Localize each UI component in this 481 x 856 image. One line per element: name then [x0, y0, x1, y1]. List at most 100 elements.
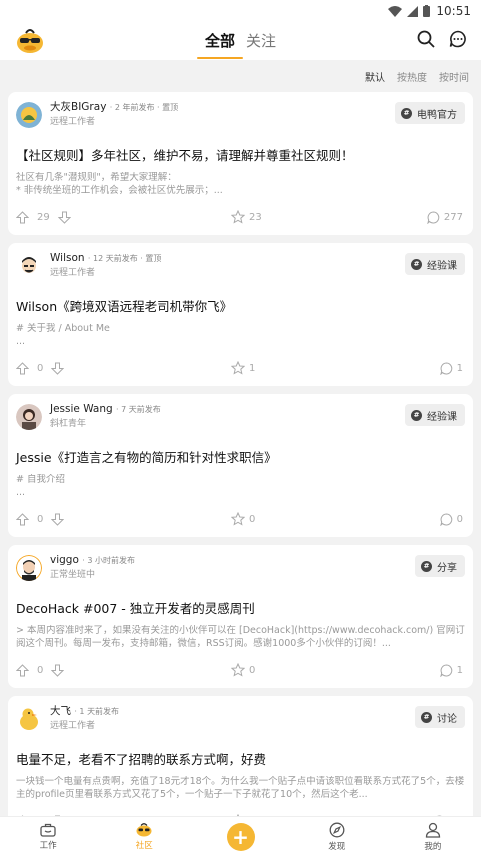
comment-icon[interactable] — [427, 210, 440, 224]
post-title[interactable]: Jessie《打造言之有物的简历和针对性求职信》 — [16, 450, 465, 466]
tab-all[interactable]: 全部 — [196, 30, 243, 59]
comment-icon[interactable] — [439, 361, 453, 375]
thumb-up-icon[interactable] — [16, 512, 29, 526]
nav-work[interactable]: 工作 — [0, 817, 96, 856]
post-title[interactable]: 【社区规则】多年社区，维护不易，请理解并尊重社区规则！ — [16, 148, 465, 164]
post-card[interactable]: 大灰BIGray · 2 年前发布 · 置顶 远程工作者 # 电鸭官方 【社区规则… — [8, 92, 473, 235]
sort-bar: 默认 按热度 按时间 — [0, 60, 481, 92]
author-name[interactable]: viggo — [50, 554, 79, 566]
author-name[interactable]: 大飞 — [50, 705, 71, 717]
star-icon[interactable] — [231, 210, 245, 224]
vote-count: 0 — [37, 664, 44, 676]
author-role: 远程工作者 — [50, 268, 96, 278]
search-icon[interactable] — [417, 30, 435, 48]
star-icon[interactable] — [231, 512, 245, 526]
nav-discover[interactable]: 发现 — [289, 817, 385, 856]
status-bar: 10:51 — [0, 0, 481, 22]
star-icon[interactable] — [231, 663, 245, 677]
thumb-down-icon[interactable] — [51, 513, 65, 526]
comment-count: 277 — [443, 211, 463, 223]
post-tag[interactable]: # 经验课 — [405, 404, 465, 426]
author-name[interactable]: 大灰BIGray — [50, 101, 106, 113]
post-time: · 3 小时前发布 — [82, 556, 135, 565]
nav-post[interactable]: + — [192, 817, 288, 856]
sort-by-hot[interactable]: 按热度 — [397, 69, 427, 84]
post-title[interactable]: Wilson《跨境双语远程老司机带你飞》 — [16, 299, 465, 315]
post-card[interactable]: viggo · 3 小时前发布 正常坐班中 # 分享 DecoHack #007 … — [8, 545, 473, 688]
comment-count: 1 — [456, 362, 463, 374]
post-tag[interactable]: # 讨论 — [415, 706, 465, 728]
star-count: 0 — [249, 513, 256, 525]
vote-count: 0 — [37, 362, 44, 374]
tag-label: 分享 — [437, 562, 457, 574]
post-title[interactable]: DecoHack #007 - 独立开发者的灵感周刊 — [16, 601, 465, 617]
post-tag[interactable]: # 分享 — [415, 555, 465, 577]
feed-tabs: 全部 关注 — [0, 30, 481, 59]
bottom-nav: 工作 社区 + 发现 我的 — [0, 816, 481, 856]
post-excerpt: 一块钱一个电量有点贵啊，充值了18元才18个。为什么我一个贴子点中请该职位看联系… — [16, 776, 465, 800]
tag-label: 电鸭官方 — [417, 109, 457, 121]
post-tag[interactable]: # 电鸭官方 — [395, 102, 465, 124]
post-excerpt: # 关于我 / About Me ... — [16, 323, 110, 347]
vote-count: 0 — [37, 513, 44, 525]
post-card[interactable]: Wilson · 12 天前发布 · 置顶 远程工作者 # 经验课 Wilson《… — [8, 243, 473, 386]
nav-community[interactable]: 社区 — [96, 817, 192, 856]
status-icons — [388, 5, 431, 17]
hash-tag-icon: # — [411, 258, 422, 270]
post-excerpt: 社区有几条"潜规则"，希望大家理解： * 非传统坐班的工作机会，会被社区优先展示… — [16, 172, 223, 196]
post-tag[interactable]: # 经验课 — [405, 253, 465, 275]
post-feed: 大灰BIGray · 2 年前发布 · 置顶 远程工作者 # 电鸭官方 【社区规则… — [0, 92, 481, 839]
post-time: · 12 天前发布 · 置顶 — [87, 254, 162, 263]
thumb-up-icon[interactable] — [16, 210, 29, 224]
nav-me[interactable]: 我的 — [385, 817, 481, 856]
avatar[interactable] — [16, 253, 42, 279]
wifi-icon — [388, 5, 403, 17]
thumb-down-icon[interactable] — [51, 664, 65, 677]
author-role: 远程工作者 — [50, 117, 96, 127]
duck-icon — [136, 823, 152, 837]
avatar[interactable] — [16, 102, 42, 128]
sort-default[interactable]: 默认 — [365, 69, 385, 84]
comment-icon[interactable] — [439, 512, 453, 526]
thumb-up-icon[interactable] — [16, 663, 29, 677]
tag-label: 经验课 — [427, 260, 457, 272]
app-header: 全部 关注 — [0, 22, 481, 60]
post-excerpt: > 本周内容准时来了，如果没有关注的小伙伴可以在 [DecoHack](http… — [16, 625, 465, 649]
header-actions — [417, 30, 467, 48]
post-card[interactable]: Jessie Wang · 7 天前发布 斜杠青年 # 经验课 Jessie《打造… — [8, 394, 473, 537]
post-excerpt: # 自我介绍 ... — [16, 474, 65, 498]
post-time: · 2 年前发布 · 置顶 — [109, 103, 179, 112]
post-time: · 1 天前发布 — [74, 707, 120, 716]
plus-icon[interactable]: + — [226, 822, 255, 851]
star-icon[interactable] — [231, 361, 245, 375]
compass-icon — [329, 822, 345, 837]
avatar[interactable] — [16, 555, 42, 581]
nav-label: 发现 — [328, 841, 346, 852]
post-title[interactable]: 电量不足，老看不了招聘的联系方式啊，好费 — [16, 752, 465, 768]
author-name[interactable]: Jessie Wang — [50, 403, 113, 415]
hash-tag-icon: # — [421, 711, 432, 723]
nav-label: 社区 — [135, 841, 153, 851]
comment-count: 1 — [456, 664, 463, 676]
vote-count: 29 — [37, 211, 50, 223]
comment-count: 0 — [456, 513, 463, 525]
message-icon[interactable] — [449, 30, 467, 48]
tag-label: 经验课 — [427, 411, 457, 423]
post-time: · 7 天前发布 — [116, 405, 161, 414]
thumb-down-icon[interactable] — [51, 362, 65, 375]
sort-by-time[interactable]: 按时间 — [439, 69, 469, 84]
thumb-up-icon[interactable] — [16, 361, 29, 375]
tab-following[interactable]: 关注 — [246, 30, 276, 57]
battery-icon — [423, 5, 431, 17]
post-actions: 0 0 1 — [16, 658, 465, 682]
user-icon — [425, 822, 441, 838]
star-count: 0 — [249, 664, 256, 676]
status-time: 10:51 — [436, 4, 471, 18]
signal-icon — [407, 5, 419, 17]
author-name[interactable]: Wilson — [50, 252, 85, 264]
avatar[interactable] — [16, 706, 42, 732]
thumb-down-icon[interactable] — [57, 211, 71, 224]
comment-icon[interactable] — [439, 663, 453, 677]
avatar[interactable] — [16, 404, 42, 430]
nav-label: 工作 — [39, 840, 57, 851]
